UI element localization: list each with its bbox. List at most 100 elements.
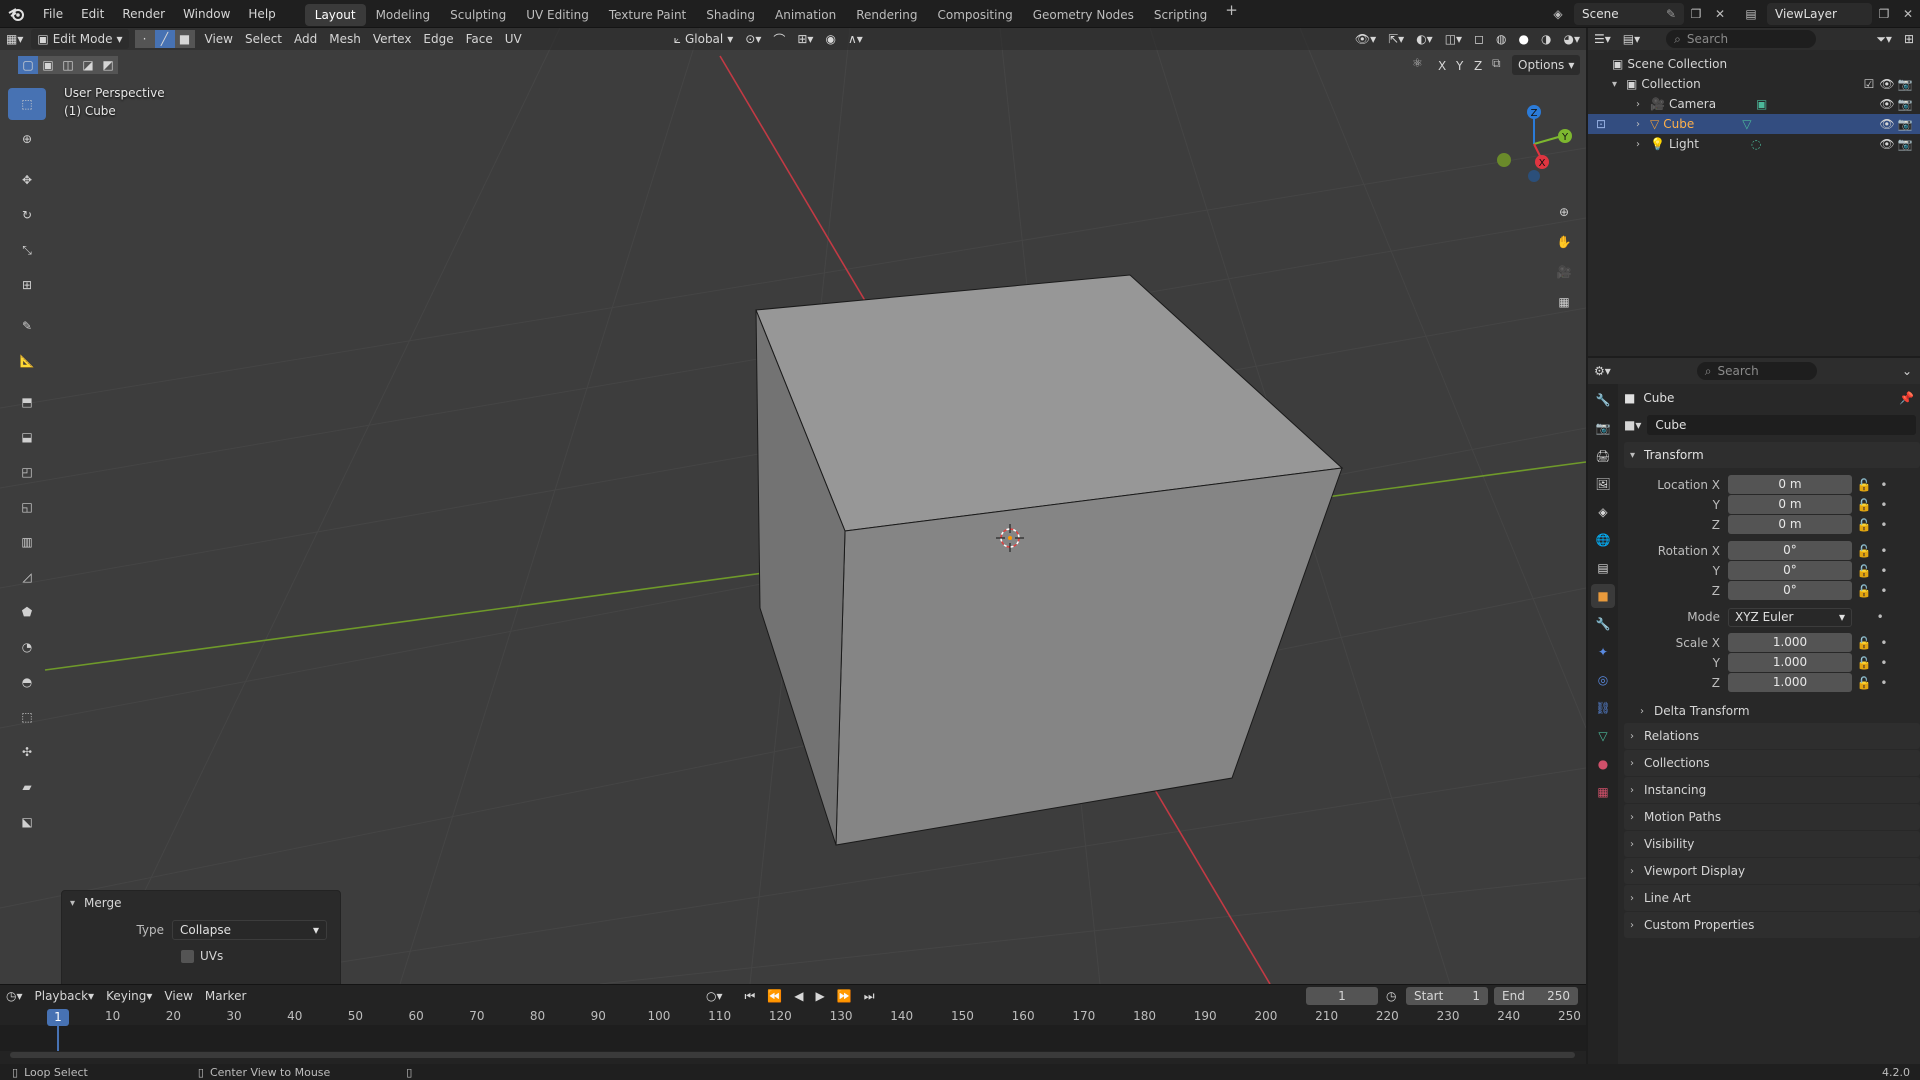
chevron-right-icon[interactable]: ›: [1636, 99, 1650, 110]
render-camera-icon[interactable]: 📷: [1896, 96, 1914, 112]
motion-paths-panel-header[interactable]: › Motion Paths: [1624, 804, 1920, 830]
tab-scripting[interactable]: Scripting: [1144, 4, 1217, 26]
mode-selector[interactable]: ▣ Edit Mode ▾: [31, 29, 129, 49]
visibility-icon[interactable]: 👁▾: [1349, 29, 1382, 49]
viewport-display-panel-header[interactable]: › Viewport Display: [1624, 858, 1920, 884]
auto-merge-icon[interactable]: ⧉: [1492, 56, 1501, 71]
render-camera-icon[interactable]: 📷: [1896, 136, 1914, 152]
new-scene-icon[interactable]: ❐: [1687, 5, 1705, 23]
new-collection-icon[interactable]: ⊞: [1898, 29, 1920, 49]
3d-viewport[interactable]: ▦▾ ▣ Edit Mode ▾ · ╱ ■ View Select Add M…: [0, 28, 1586, 984]
menu-playback[interactable]: Playback ▾: [29, 986, 101, 1006]
rotate-tool-icon[interactable]: ↻: [8, 199, 46, 231]
menu-edge[interactable]: Edge: [417, 29, 459, 49]
keyframe-dot-icon[interactable]: •: [1877, 610, 1884, 624]
object-tab-icon[interactable]: ■: [1591, 584, 1615, 608]
knife-tool-icon[interactable]: ◿: [8, 561, 46, 593]
add-workspace-button[interactable]: +: [1217, 1, 1246, 26]
invert-selection-icon[interactable]: ◪: [78, 56, 98, 74]
wireframe-shading-icon[interactable]: ◍: [1490, 29, 1512, 49]
display-mode-icon[interactable]: ▤▾: [1617, 29, 1646, 49]
scale-x-field[interactable]: 1.000: [1728, 633, 1852, 652]
inset-faces-tool-icon[interactable]: ◰: [8, 456, 46, 488]
tab-compositing[interactable]: Compositing: [927, 4, 1022, 26]
particles-tab-icon[interactable]: ✦: [1591, 640, 1615, 664]
tab-rendering[interactable]: Rendering: [846, 4, 927, 26]
frame-ruler[interactable]: 10 20 30 40 50 60 70 80 90 100 110 120 130 140 150 160 1…: [0, 1007, 1586, 1025]
exclude-checkbox-icon[interactable]: ☑: [1860, 76, 1878, 92]
location-x-field[interactable]: 0 m: [1728, 475, 1852, 494]
light-data-icon[interactable]: ◌: [1751, 137, 1761, 151]
scale-z-field[interactable]: 1.000: [1728, 673, 1852, 692]
jump-end-icon[interactable]: ⏭: [858, 986, 881, 1006]
object-name-field[interactable]: Cube: [1647, 415, 1916, 435]
shrink-fatten-tool-icon[interactable]: ✣: [8, 736, 46, 768]
transform-tool-icon[interactable]: ⊞: [8, 269, 46, 301]
keyframe-dot-icon[interactable]: •: [1880, 498, 1887, 512]
lock-icon[interactable]: 🔓: [1856, 518, 1871, 532]
pin-icon[interactable]: ✎: [1666, 7, 1676, 21]
delta-transform-header[interactable]: › Delta Transform: [1624, 699, 1920, 723]
timeline-editor-type-icon[interactable]: ◷▾: [0, 986, 29, 1006]
tab-layout[interactable]: Layout: [304, 4, 366, 26]
eye-icon[interactable]: 👁: [1878, 136, 1896, 152]
playhead-frame-indicator[interactable]: 1: [47, 1009, 69, 1026]
select-box-tool-icon[interactable]: ⬚: [8, 88, 46, 120]
outliner-editor-type-icon[interactable]: ☰▾: [1588, 29, 1617, 49]
uvs-checkbox[interactable]: [181, 949, 194, 963]
lock-icon[interactable]: 🔓: [1856, 636, 1871, 650]
filter-icon[interactable]: ⏷▾: [1870, 29, 1898, 49]
texture-tab-icon[interactable]: ▦: [1591, 780, 1615, 804]
data-tab-icon[interactable]: ▽: [1591, 724, 1615, 748]
properties-search-input[interactable]: ⌕ Search: [1696, 362, 1817, 380]
extend-selection-icon[interactable]: ▣: [38, 56, 58, 74]
extrude-region-tool-icon[interactable]: ⬓: [8, 421, 46, 453]
custom-properties-panel-header[interactable]: › Custom Properties: [1624, 912, 1920, 938]
zoom-icon[interactable]: ⊕: [1550, 198, 1578, 226]
location-y-field[interactable]: 0 m: [1728, 495, 1852, 514]
mesh-data-icon[interactable]: ▽: [1742, 117, 1751, 131]
keyframe-dot-icon[interactable]: •: [1880, 656, 1887, 670]
rotation-z-field[interactable]: 0°: [1728, 581, 1852, 600]
chevron-right-icon[interactable]: ›: [1636, 139, 1650, 150]
gizmo-neg-y-axis[interactable]: [1497, 153, 1511, 167]
vertex-select-icon[interactable]: ·: [134, 30, 155, 48]
visibility-panel-header[interactable]: › Visibility: [1624, 831, 1920, 857]
rotation-y-field[interactable]: 0°: [1728, 561, 1852, 580]
mirror-icon[interactable]: ⚛: [1412, 56, 1423, 70]
gizmo-neg-z-axis[interactable]: [1528, 170, 1540, 182]
tab-uv-editing[interactable]: UV Editing: [516, 4, 599, 26]
menu-mesh[interactable]: Mesh: [323, 29, 367, 49]
menu-help[interactable]: Help: [239, 0, 284, 28]
overlay-toggle-icon[interactable]: ◐▾: [1410, 29, 1439, 49]
rotation-x-field[interactable]: 0°: [1728, 541, 1852, 560]
scene-selector[interactable]: Scene ✎: [1574, 3, 1684, 25]
material-tab-icon[interactable]: ●: [1591, 752, 1615, 776]
collections-panel-header[interactable]: › Collections: [1624, 750, 1920, 776]
falloff-icon[interactable]: ∧▾: [842, 29, 869, 49]
lock-icon[interactable]: 🔓: [1856, 584, 1871, 598]
face-select-icon[interactable]: ■: [174, 30, 195, 48]
eye-icon[interactable]: 👁: [1878, 116, 1896, 132]
edge-slide-tool-icon[interactable]: ⬚: [8, 701, 46, 733]
end-frame-field[interactable]: End 250: [1494, 987, 1578, 1005]
mirror-y-toggle[interactable]: Y: [1450, 56, 1469, 76]
outliner-item-camera[interactable]: › 🎥 Camera ▣ 👁 📷: [1588, 94, 1920, 114]
keyframe-dot-icon[interactable]: •: [1880, 478, 1887, 492]
tab-modeling[interactable]: Modeling: [366, 4, 441, 26]
playhead-line[interactable]: [57, 1025, 59, 1051]
menu-file[interactable]: File: [34, 0, 72, 28]
play-reverse-icon[interactable]: ◀: [788, 986, 809, 1006]
world-tab-icon[interactable]: 🌐: [1591, 528, 1615, 552]
tab-texture-paint[interactable]: Texture Paint: [599, 4, 696, 26]
add-cube-tool-icon[interactable]: ⬒: [8, 386, 46, 418]
timeline-scrollbar[interactable]: [10, 1052, 1575, 1058]
collection-tab-icon[interactable]: ▤: [1591, 556, 1615, 580]
move-tool-icon[interactable]: ✥: [8, 164, 46, 196]
clock-icon[interactable]: ◷: [1386, 989, 1396, 1003]
jump-keyframe-forward-icon[interactable]: ⏩: [831, 986, 858, 1006]
tab-animation[interactable]: Animation: [765, 4, 846, 26]
modifier-tab-icon[interactable]: 🔧: [1591, 612, 1615, 636]
menu-uv[interactable]: UV: [499, 29, 528, 49]
spin-tool-icon[interactable]: ◔: [8, 631, 46, 663]
